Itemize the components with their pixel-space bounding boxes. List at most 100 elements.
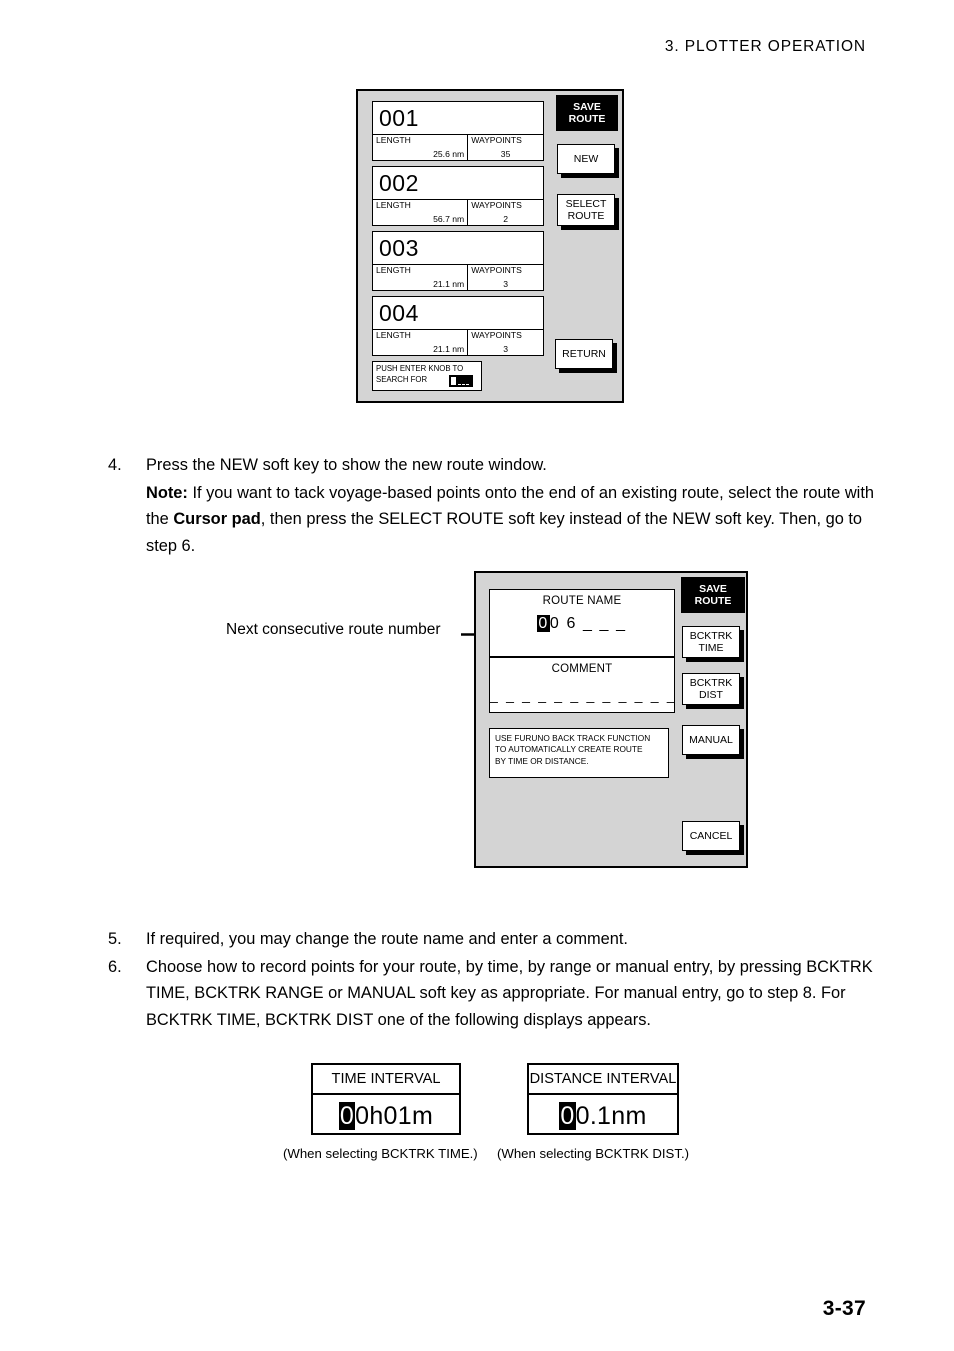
route-name: 003 — [379, 235, 419, 261]
waypoints-label: WAYPOINTS — [471, 265, 522, 275]
route-name: 002 — [379, 170, 419, 196]
softkey-bcktrk-dist-line1: BCKTRK — [689, 676, 733, 689]
softkey-bcktrk-dist-line2: DIST — [699, 689, 723, 701]
softkey-select-route-line2: ROUTE — [567, 210, 605, 222]
waypoints-value: 35 — [500, 149, 511, 159]
steps-group-second: 5. If required, you may change the route… — [108, 926, 878, 1034]
softkey-title-line1: SAVE — [573, 100, 601, 113]
note-prefix: Note: — [146, 483, 188, 502]
softkey-bcktrk-time-line2: TIME — [698, 642, 724, 654]
hint-line3: BY TIME OR DISTANCE. — [495, 755, 589, 766]
softkey-manual-label: MANUAL — [689, 733, 733, 746]
step-text: Press the NEW soft key to show the new r… — [146, 456, 547, 474]
route-stats: LENGTH 25.6 nm WAYPOINTS 35 — [373, 134, 543, 160]
route-stats: LENGTH 56.7 nm WAYPOINTS 2 — [373, 199, 543, 225]
annotation-label: Next consecutive route number — [226, 621, 441, 638]
route-stats: LENGTH 21.1 nm WAYPOINTS 3 — [373, 264, 543, 290]
length-value: 25.6 nm — [433, 149, 465, 159]
waypoints-label: WAYPOINTS — [471, 200, 522, 210]
distance-interval-rest: 0.1nm — [575, 1102, 647, 1130]
length-label: LENGTH — [376, 265, 411, 275]
length-label: LENGTH — [376, 200, 411, 210]
softkey-bcktrk-dist[interactable]: BCKTRK DIST — [682, 673, 740, 705]
hint-line1: USE FURUNO BACK TRACK FUNCTION — [495, 733, 651, 743]
route-name: 001 — [379, 105, 419, 131]
figure-route-list-screen: 001 LENGTH 25.6 nm WAYPOINTS 35 002 LENG… — [356, 89, 624, 403]
comment-value: _ _ _ _ _ _ _ _ _ _ _ _ — [490, 687, 677, 703]
route-name: 004 — [379, 300, 419, 326]
note-bold-cursor-pad: Cursor pad — [173, 510, 261, 528]
time-interval-rest: 0h01m — [355, 1102, 434, 1130]
steps-group-first: 4. Press the NEW soft key to show the ne… — [108, 452, 878, 560]
step-text: Choose how to record points for your rou… — [146, 957, 873, 1029]
step-number: 4. — [108, 456, 122, 474]
search-prompt-box: PUSH ENTER KNOB TO SEARCH FOR — [372, 361, 482, 391]
softkey-title-save-route: SAVE ROUTE — [681, 577, 745, 613]
softkey-title-save-route: SAVE ROUTE — [556, 95, 618, 131]
softkey-return-label: RETURN — [562, 347, 606, 360]
softkey-title-line2: ROUTE — [568, 113, 606, 125]
route-waypoints-cell: WAYPOINTS 2 — [468, 200, 543, 225]
softkey-title-line1: SAVE — [699, 582, 727, 595]
route-card[interactable]: 003 LENGTH 21.1 nm WAYPOINTS 3 — [372, 231, 544, 291]
route-length-cell: LENGTH 21.1 nm — [373, 330, 469, 355]
hint-box: USE FURUNO BACK TRACK FUNCTION TO AUTOMA… — [489, 728, 669, 778]
softkey-select-route-line1: SELECT — [565, 197, 607, 210]
route-card[interactable]: 001 LENGTH 25.6 nm WAYPOINTS 35 — [372, 101, 544, 161]
softkey-cancel-label: CANCEL — [689, 829, 733, 842]
route-waypoints-cell: WAYPOINTS 3 — [468, 330, 543, 355]
softkey-select-route[interactable]: SELECT ROUTE — [557, 194, 615, 226]
route-length-cell: LENGTH 21.1 nm — [373, 265, 469, 290]
time-interval-value[interactable]: 00h01m — [313, 1095, 459, 1137]
route-length-cell: LENGTH 25.6 nm — [373, 135, 469, 160]
softkey-title-line2: ROUTE — [694, 595, 732, 607]
step-item: 6. Choose how to record points for your … — [108, 954, 878, 1034]
comment-field[interactable]: COMMENT _ _ _ _ _ _ _ _ _ _ _ _ — [489, 657, 675, 713]
length-label: LENGTH — [376, 135, 411, 145]
step-number: 6. — [108, 957, 122, 976]
route-name-field[interactable]: ROUTE NAME 00 6 _ _ _ — [489, 589, 675, 657]
distance-interval-title: DISTANCE INTERVAL — [529, 1065, 677, 1095]
route-card[interactable]: 004 LENGTH 21.1 nm WAYPOINTS 3 — [372, 296, 544, 356]
step-number: 5. — [108, 930, 122, 948]
hint-line2: TO AUTOMATICALLY CREATE ROUTE — [495, 744, 643, 755]
softkey-bcktrk-time[interactable]: BCKTRK TIME — [682, 626, 740, 658]
figure-new-route-window: ROUTE NAME 00 6 _ _ _ COMMENT _ _ _ _ _ … — [474, 571, 748, 868]
route-name-label: ROUTE NAME — [542, 595, 622, 607]
waypoints-value: 3 — [503, 344, 508, 354]
route-waypoints-cell: WAYPOINTS 35 — [468, 135, 543, 160]
comment-label: COMMENT — [551, 663, 613, 675]
route-stats: LENGTH 21.1 nm WAYPOINTS 3 — [373, 329, 543, 355]
route-name-rest: 0 6 _ _ _ — [549, 615, 627, 632]
step-note: Note: If you want to tack voyage-based p… — [146, 480, 878, 560]
softkey-manual[interactable]: MANUAL — [682, 725, 740, 755]
distance-interval-value[interactable]: 00.1nm — [529, 1095, 677, 1137]
time-interval-title: TIME INTERVAL — [313, 1065, 459, 1095]
page-number: 3-37 — [822, 1297, 866, 1320]
route-name-value: 00 6 _ _ _ — [490, 608, 674, 634]
distance-interval-cursor: 0 — [559, 1102, 576, 1130]
figure-distance-interval: DISTANCE INTERVAL 00.1nm — [527, 1063, 679, 1135]
route-card[interactable]: 002 LENGTH 56.7 nm WAYPOINTS 2 — [372, 166, 544, 226]
softkey-new[interactable]: NEW — [557, 144, 615, 174]
length-value: 21.1 nm — [433, 279, 465, 289]
waypoints-label: WAYPOINTS — [471, 135, 522, 145]
softkey-return[interactable]: RETURN — [555, 339, 613, 369]
search-cursor-icon[interactable] — [449, 375, 473, 387]
softkey-bcktrk-time-line1: BCKTRK — [689, 629, 733, 642]
route-name-cursor: 0 — [537, 615, 550, 632]
step-text: If required, you may change the route na… — [146, 930, 628, 948]
softkey-cancel[interactable]: CANCEL — [682, 821, 740, 851]
time-interval-cursor: 0 — [338, 1102, 356, 1130]
distance-interval-caption: (When selecting BCKTRK DIST.) — [497, 1146, 690, 1161]
waypoints-value: 2 — [503, 214, 508, 224]
length-value: 21.1 nm — [433, 344, 465, 354]
softkey-new-label: NEW — [573, 152, 599, 165]
figure-time-interval: TIME INTERVAL 00h01m — [311, 1063, 461, 1135]
route-length-cell: LENGTH 56.7 nm — [373, 200, 469, 225]
length-value: 56.7 nm — [433, 214, 465, 224]
waypoints-label: WAYPOINTS — [471, 330, 522, 340]
search-prompt-line1: PUSH ENTER KNOB TO — [376, 364, 464, 373]
length-label: LENGTH — [376, 330, 411, 340]
waypoints-value: 3 — [503, 279, 508, 289]
